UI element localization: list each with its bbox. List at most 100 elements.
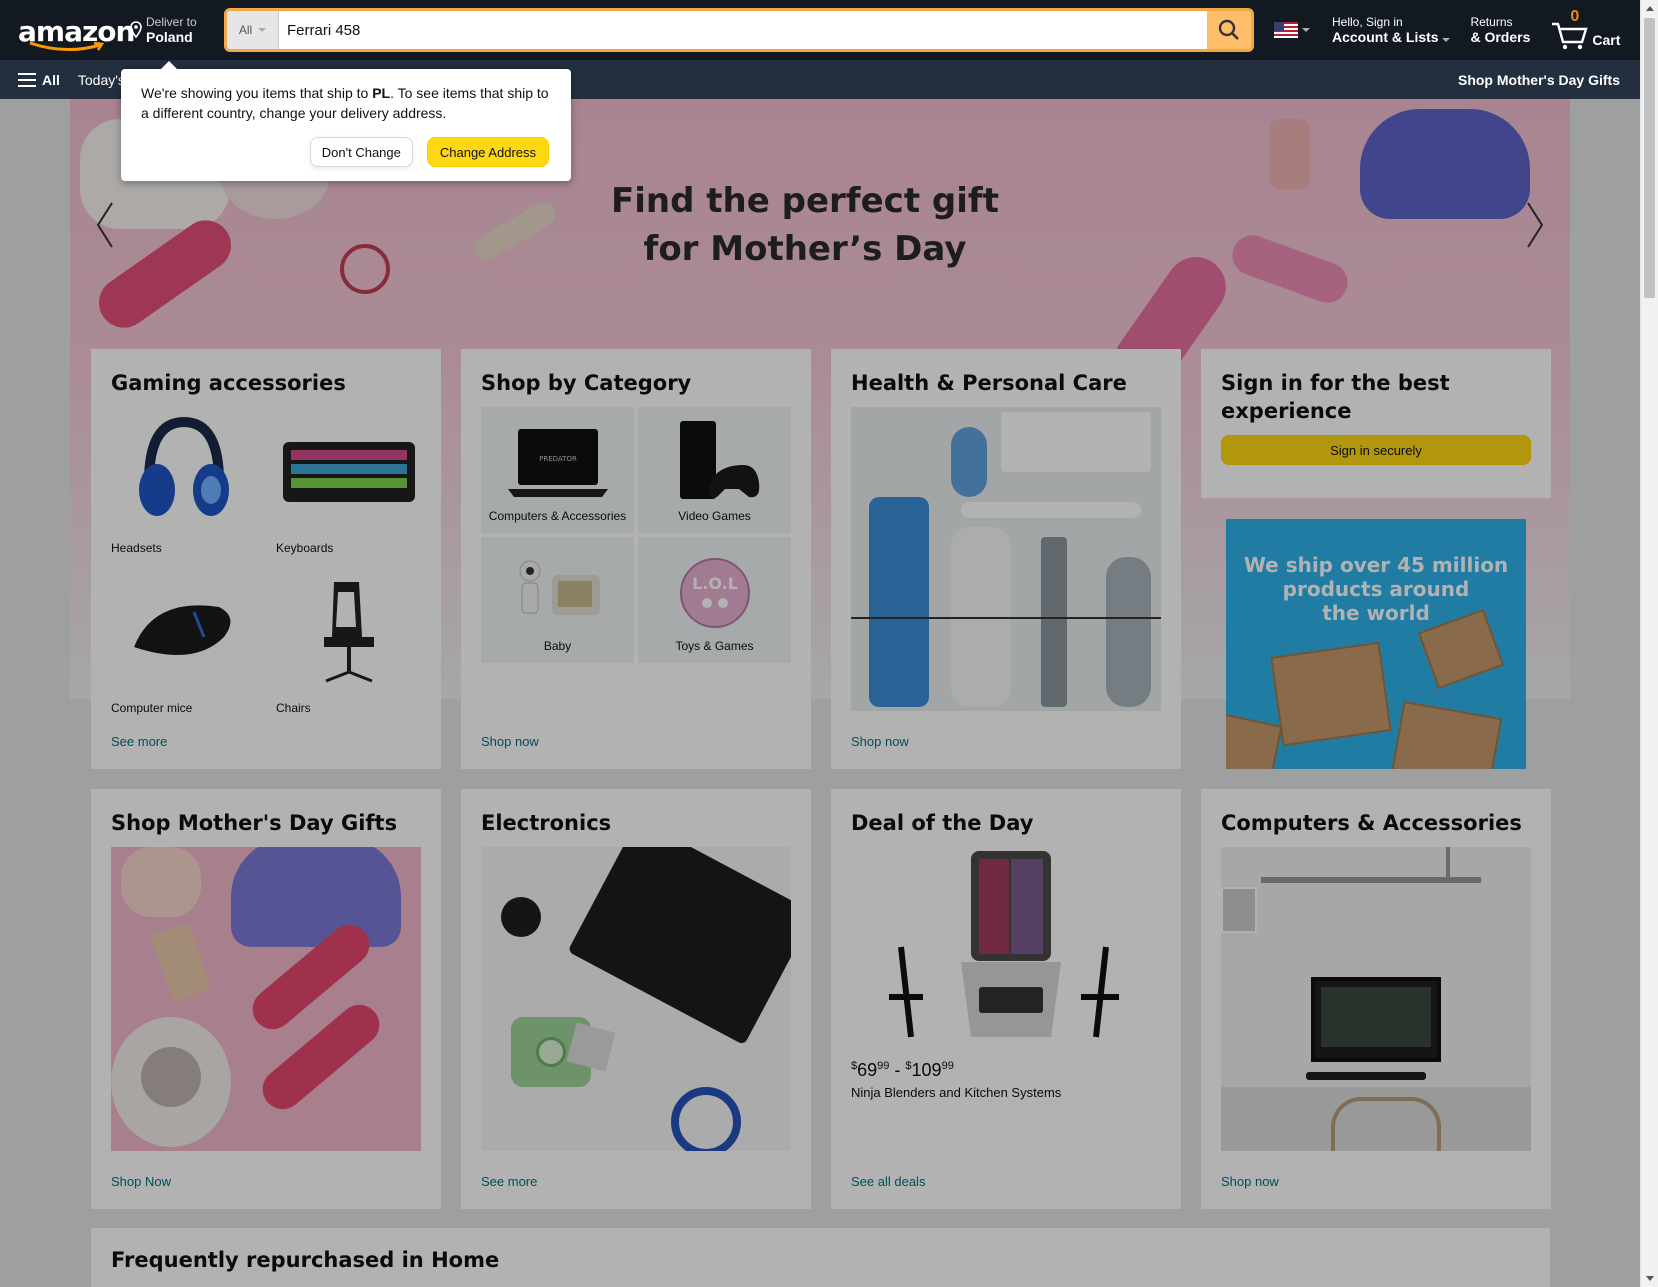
amazon-logo[interactable]: amazon [14, 5, 135, 55]
cart-button[interactable]: 0 Cart [1550, 8, 1622, 50]
svg-text:L.O.L: L.O.L [692, 574, 738, 593]
deal-price: $6999 - $10999 [851, 1060, 954, 1080]
deal-description[interactable]: Ninja Blenders and Kitchen Systems [851, 1085, 1161, 1100]
search-icon [1218, 19, 1239, 40]
scrollbar-thumb[interactable] [1644, 18, 1655, 298]
keyboard-image [282, 442, 415, 502]
gaming-item-keyboards[interactable]: Keyboards [276, 407, 421, 555]
card-gaming-accessories: Gaming accessories Headsets Keyboards Co… [91, 349, 441, 769]
scroll-up-icon[interactable] [1646, 6, 1654, 11]
search-bar: All [224, 8, 1254, 52]
hair-clip-image [470, 198, 560, 264]
account-label: Account & Lists [1332, 29, 1439, 45]
card-sign-in: Sign in for the best experience Sign in … [1201, 349, 1551, 498]
category-toys-games[interactable]: L.O.L Toys & Games [638, 537, 791, 663]
chevron-left-icon[interactable] [90, 195, 120, 255]
glasses-image [1226, 229, 1354, 309]
deliver-country: Poland [146, 29, 193, 45]
hero-title: Find the perfect gift for Mother’s Day [611, 181, 999, 269]
computers-image[interactable] [1221, 847, 1531, 1151]
card-title: Shop Mother's Day Gifts [111, 811, 398, 835]
chevron-down-icon [1442, 38, 1451, 42]
returns-label: Returns [1470, 15, 1513, 29]
dont-change-button[interactable]: Don't Change [309, 137, 413, 167]
search-category-select[interactable]: All [227, 11, 279, 49]
electronics-image[interactable] [481, 847, 791, 1151]
cart-count: 0 [1570, 8, 1580, 25]
health-products-image[interactable] [851, 407, 1161, 711]
scroll-down-icon[interactable] [1646, 1276, 1654, 1281]
card-title: Deal of the Day [851, 811, 1034, 835]
search-input[interactable] [279, 11, 1207, 49]
card-shop-by-category: Shop by Category PREDATOR Computers & Ac… [461, 349, 811, 769]
shop-now-link[interactable]: Shop now [851, 734, 909, 749]
see-more-link[interactable]: See more [111, 734, 167, 749]
package-box-image [1226, 713, 1283, 769]
package-box-image [1270, 641, 1392, 747]
cosmetics-image [1270, 119, 1310, 189]
card-title: Shop by Category [481, 371, 692, 395]
frequently-repurchased-section: Frequently repurchased in Home [91, 1228, 1550, 1287]
page-scrollbar[interactable] [1640, 0, 1658, 1287]
card-title: Electronics [481, 811, 612, 835]
sign-in-securely-button[interactable]: Sign in securely [1221, 435, 1531, 465]
top-header: amazon Deliver to Poland All Hello, Sign… [0, 0, 1640, 60]
card-deal-of-the-day: Deal of the Day $6999 - $10999 Ninja Ble… [831, 789, 1181, 1209]
category-computers[interactable]: PREDATOR Computers & Accessories [481, 407, 634, 533]
blender-image[interactable] [851, 847, 1161, 1047]
popover-message: We're showing you items that ship to PL.… [141, 85, 549, 121]
shop-now-link[interactable]: Shop now [481, 734, 539, 749]
package-box-image [1389, 700, 1503, 769]
delivery-address-popover: We're showing you items that ship to PL.… [121, 61, 571, 181]
gaming-item-chairs[interactable]: Chairs [276, 567, 421, 715]
chevron-down-icon [1302, 28, 1310, 32]
svg-text:PREDATOR: PREDATOR [539, 455, 577, 463]
account-lists[interactable]: Hello, Sign in Account & Lists [1332, 15, 1451, 45]
shop-now-link[interactable]: Shop Now [111, 1174, 171, 1189]
nav-item-mothers-day-gifts[interactable]: Shop Mother's Day Gifts [1458, 72, 1628, 88]
section-title: Frequently repurchased in Home [111, 1248, 500, 1272]
deliver-to[interactable]: Deliver to Poland [128, 15, 216, 45]
language-selector[interactable] [1274, 22, 1310, 38]
card-title: Sign in for the best experience [1221, 371, 1450, 423]
mothers-day-gifts-image[interactable] [111, 847, 421, 1151]
see-all-deals-link[interactable]: See all deals [851, 1174, 925, 1189]
category-baby[interactable]: Baby [481, 537, 634, 663]
mouse-image [133, 605, 230, 655]
search-button[interactable] [1207, 11, 1251, 49]
chair-image [323, 582, 374, 683]
shop-now-link[interactable]: Shop now [1221, 1174, 1279, 1189]
sunglasses-image [340, 244, 390, 294]
chevron-right-icon[interactable] [1520, 195, 1550, 255]
all-label: All [42, 71, 60, 88]
account-greeting: Hello, Sign in [1332, 15, 1403, 29]
card-mothers-day-gifts: Shop Mother's Day Gifts Shop Now [91, 789, 441, 1209]
cart-icon [1552, 22, 1589, 50]
us-flag-icon [1274, 22, 1298, 38]
cap-image [1360, 109, 1530, 219]
category-video-games[interactable]: Video Games [638, 407, 791, 533]
console-image [679, 421, 759, 499]
search-category-value: All [238, 23, 253, 37]
gaming-item-mice[interactable]: Computer mice [111, 567, 256, 715]
hamburger-icon [18, 72, 36, 87]
chevron-down-icon [258, 28, 267, 32]
laptop-image: PREDATOR [507, 429, 608, 497]
deliver-label: Deliver to [146, 15, 197, 29]
all-menu-button[interactable]: All [18, 72, 60, 88]
see-more-link[interactable]: See more [481, 1174, 537, 1189]
gaming-item-headsets[interactable]: Headsets [111, 407, 256, 555]
ship-worldwide-ad[interactable]: We ship over 45 million products around … [1226, 519, 1526, 769]
nav-item-todays-deals[interactable]: Today's [78, 72, 125, 88]
lol-doll-ball-image: L.O.L [679, 558, 750, 628]
card-electronics: Electronics See more [461, 789, 811, 1209]
returns-orders[interactable]: Returns & Orders [1470, 15, 1530, 45]
card-health-personal-care: Health & Personal Care Shop now [831, 349, 1181, 769]
card-title: Computers & Accessories [1221, 811, 1522, 835]
card-title: Health & Personal Care [851, 371, 1127, 395]
smile-arrow-icon [29, 41, 105, 52]
change-address-button[interactable]: Change Address [426, 137, 549, 167]
orders-label: & Orders [1470, 29, 1531, 45]
baby-monitor-image [519, 560, 600, 615]
card-computers-accessories: Computers & Accessories Shop now [1201, 789, 1551, 1209]
